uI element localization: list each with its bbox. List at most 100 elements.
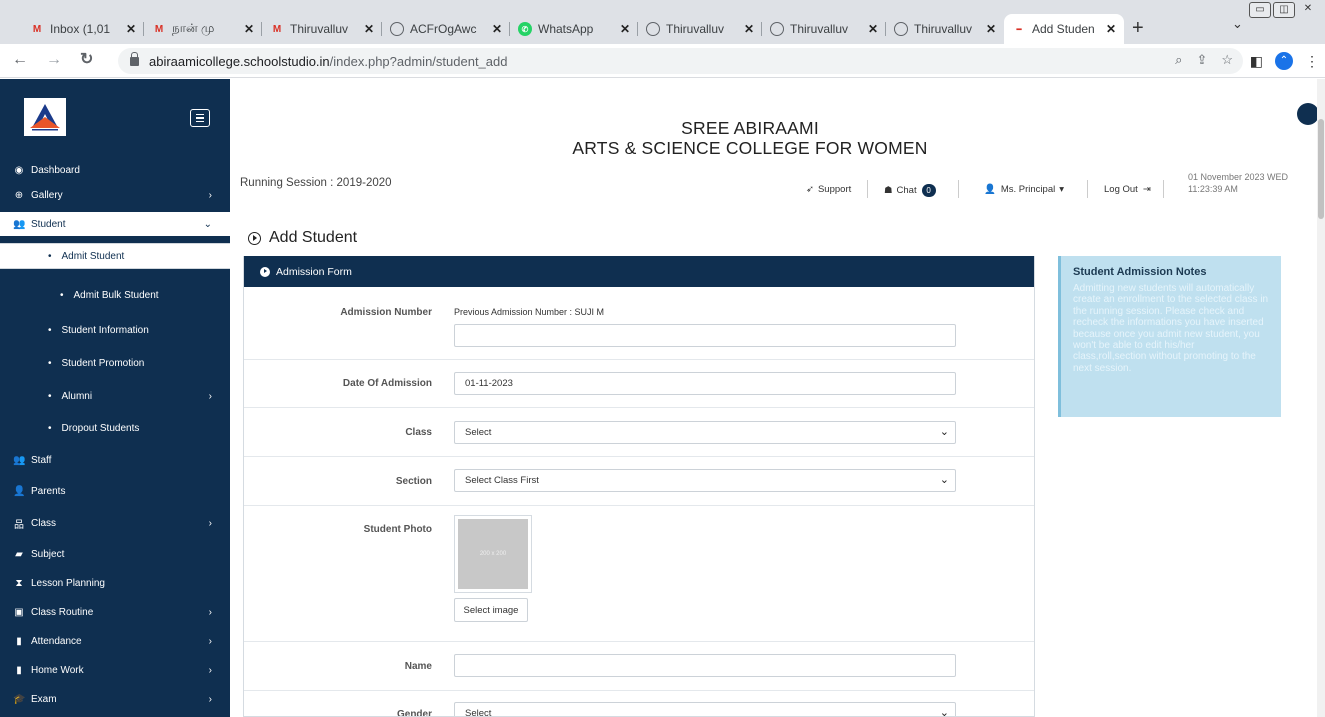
bookmark-star-icon[interactable]: ☆ bbox=[1221, 52, 1233, 68]
sitemap-icon: 品 bbox=[14, 519, 24, 531]
graduation-cap-icon: 🎓 bbox=[13, 693, 26, 705]
browser-tab[interactable]: ✆ WhatsApp ✕ bbox=[510, 14, 638, 44]
dashboard-icon: ◉ bbox=[14, 164, 24, 176]
support-link[interactable]: ➶ Support bbox=[806, 184, 851, 195]
whatsapp-icon: ✆ bbox=[518, 22, 532, 36]
gender-select[interactable]: Select ⌄ bbox=[454, 702, 956, 716]
app-icon: ━ bbox=[1016, 24, 1022, 34]
user-menu[interactable]: 👤 Ms. Principal ▾ bbox=[984, 184, 1064, 195]
browser-tab-active[interactable]: ━ Add Studen ✕ bbox=[1004, 14, 1124, 44]
globe-icon bbox=[390, 22, 404, 36]
browser-tab[interactable]: ACFrOgAwc ✕ bbox=[382, 14, 510, 44]
sidepanel-icon[interactable]: ◧ bbox=[1250, 53, 1263, 70]
class-select[interactable]: Select ⌄ bbox=[454, 421, 956, 444]
browser-toolbar: ◧ ⌃ ⋮ bbox=[1250, 52, 1319, 70]
browser-tab[interactable]: Thiruvalluv ✕ bbox=[762, 14, 886, 44]
panel-header: Admission Form bbox=[244, 256, 1034, 287]
sidebar-item-attendance[interactable]: ▮ Attendance › bbox=[0, 629, 230, 653]
floating-dot[interactable] bbox=[1297, 103, 1319, 125]
section-label: Section bbox=[395, 476, 432, 487]
circle-arrow-icon bbox=[260, 266, 270, 277]
zoom-icon[interactable]: ⌕ bbox=[1175, 52, 1182, 68]
sidebar-subitem-student-information[interactable]: • Student Information bbox=[0, 318, 230, 342]
user-icon: 👤 bbox=[984, 184, 996, 195]
running-session: Running Session : 2019-2020 bbox=[240, 177, 392, 189]
select-image-button[interactable]: Select image bbox=[454, 598, 528, 622]
menu-kebab-icon[interactable]: ⋮ bbox=[1305, 53, 1319, 70]
browser-tab[interactable]: M Thiruvalluv ✕ bbox=[262, 14, 382, 44]
chevron-right-icon: › bbox=[208, 635, 212, 647]
close-icon[interactable]: ✕ bbox=[986, 22, 996, 36]
globe-icon bbox=[770, 22, 784, 36]
sidebar-subitem-admit-student[interactable]: • Admit Student bbox=[0, 243, 230, 269]
logout-link[interactable]: Log Out ⇥ bbox=[1104, 184, 1151, 195]
chevron-right-icon: › bbox=[208, 189, 212, 201]
menu-toggle-icon[interactable] bbox=[190, 109, 210, 127]
tab-search-icon[interactable]: ⌄ bbox=[1232, 16, 1243, 32]
section-select[interactable]: Select Class First ⌄ bbox=[454, 469, 956, 492]
sidebar-item-home-work[interactable]: ▮ Home Work › bbox=[0, 658, 230, 682]
sidebar-item-class[interactable]: 品 Class › bbox=[0, 511, 230, 535]
gmail-icon: M bbox=[32, 23, 42, 35]
new-tab-icon[interactable]: + bbox=[1132, 18, 1144, 38]
staff-icon: 👥 bbox=[13, 454, 26, 466]
admission-form: Admission Form Admission Number Previous… bbox=[243, 256, 1035, 717]
forward-icon[interactable]: → bbox=[46, 52, 62, 68]
browser-tab[interactable]: M Inbox (1,01 ✕ bbox=[22, 14, 144, 44]
close-icon[interactable]: ✕ bbox=[364, 22, 374, 36]
sidebar-subitem-alumni[interactable]: • Alumni › bbox=[0, 384, 230, 408]
chat-link[interactable]: ☗ Chat 0 bbox=[884, 184, 936, 197]
sidebar-subitem-admit-bulk-student[interactable]: • Admit Bulk Student bbox=[0, 283, 230, 307]
browser-tab[interactable]: M நான் மு ✕ bbox=[144, 14, 262, 44]
college-logo bbox=[24, 98, 66, 136]
bookmark-icon: ▮ bbox=[16, 664, 22, 676]
back-icon[interactable]: ← bbox=[12, 52, 28, 68]
close-icon[interactable]: ✕ bbox=[244, 22, 254, 36]
page-scrollbar[interactable] bbox=[1317, 79, 1325, 717]
sidebar-item-class-routine[interactable]: ▣ Class Routine › bbox=[0, 600, 230, 624]
close-icon[interactable]: ✕ bbox=[126, 22, 136, 36]
previous-admission-number: Previous Admission Number : SUJI M bbox=[454, 307, 605, 317]
date-of-admission-field[interactable]: 01-11-2023 bbox=[454, 372, 956, 395]
sidebar-item-parents[interactable]: 👤 Parents bbox=[0, 479, 230, 503]
browser-tab-bar: M Inbox (1,01 ✕ M நான் மு ✕ M Thiruvalluv ✕… bbox=[0, 0, 1325, 44]
restore-icon[interactable]: ◫ bbox=[1273, 2, 1295, 18]
sidebar-item-exam[interactable]: 🎓 Exam › bbox=[0, 687, 230, 711]
name-field[interactable] bbox=[454, 654, 956, 677]
url-field[interactable]: abiraamicollege.schoolstudio.in/index.ph… bbox=[118, 48, 1243, 74]
close-icon[interactable]: ✕ bbox=[868, 22, 878, 36]
sidebar-item-staff[interactable]: 👥 Staff bbox=[0, 448, 230, 472]
sidebar-item-student[interactable]: 👥 Student ⌄ bbox=[0, 212, 230, 236]
globe-icon bbox=[646, 22, 660, 36]
admission-number-label: Admission Number bbox=[340, 307, 432, 318]
page-title: Add Student bbox=[248, 229, 357, 247]
sidebar-item-gallery[interactable]: ⊕ Gallery › bbox=[0, 183, 230, 207]
address-bar: ← → ↻ abiraamicollege.schoolstudio.in/in… bbox=[0, 44, 1325, 78]
close-icon[interactable]: ✕ bbox=[492, 22, 502, 36]
logout-icon: ⇥ bbox=[1142, 184, 1151, 195]
close-window-icon[interactable]: ✕ bbox=[1297, 2, 1319, 18]
college-name: SREE ABIRAAMI ARTS & SCIENCE COLLEGE FOR… bbox=[572, 118, 928, 158]
minimize-icon[interactable]: ▭ bbox=[1249, 2, 1271, 18]
browser-tab[interactable]: Thiruvalluv ✕ bbox=[886, 14, 1004, 44]
chevron-down-icon: ⌄ bbox=[203, 218, 212, 230]
user-icon: 👤 bbox=[13, 485, 26, 497]
sidebar-item-subject[interactable]: ▰ Subject bbox=[0, 542, 230, 566]
close-icon[interactable]: ✕ bbox=[620, 22, 630, 36]
sidebar-item-dashboard[interactable]: ◉ Dashboard bbox=[0, 158, 230, 182]
student-photo-label: Student Photo bbox=[363, 524, 432, 535]
sidebar-subitem-dropout-students[interactable]: • Dropout Students bbox=[0, 416, 230, 440]
window-controls: ▭ ◫ ✕ bbox=[1249, 2, 1319, 18]
sidebar-item-lesson-planning[interactable]: ⧗ Lesson Planning bbox=[0, 571, 230, 595]
admission-number-field[interactable] bbox=[454, 324, 956, 347]
reload-icon[interactable]: ↻ bbox=[80, 52, 93, 68]
gallery-icon: ⊕ bbox=[14, 189, 24, 201]
close-icon[interactable]: ✕ bbox=[1106, 22, 1116, 36]
date-of-admission-label: Date Of Admission bbox=[342, 378, 432, 389]
sidebar-subitem-student-promotion[interactable]: • Student Promotion bbox=[0, 351, 230, 375]
close-icon[interactable]: ✕ bbox=[744, 22, 754, 36]
profile-avatar[interactable]: ⌃ bbox=[1275, 52, 1293, 70]
chat-count-badge: 0 bbox=[921, 184, 936, 197]
browser-tab[interactable]: Thiruvalluv ✕ bbox=[638, 14, 762, 44]
share-icon[interactable]: ⇪ bbox=[1196, 52, 1207, 68]
